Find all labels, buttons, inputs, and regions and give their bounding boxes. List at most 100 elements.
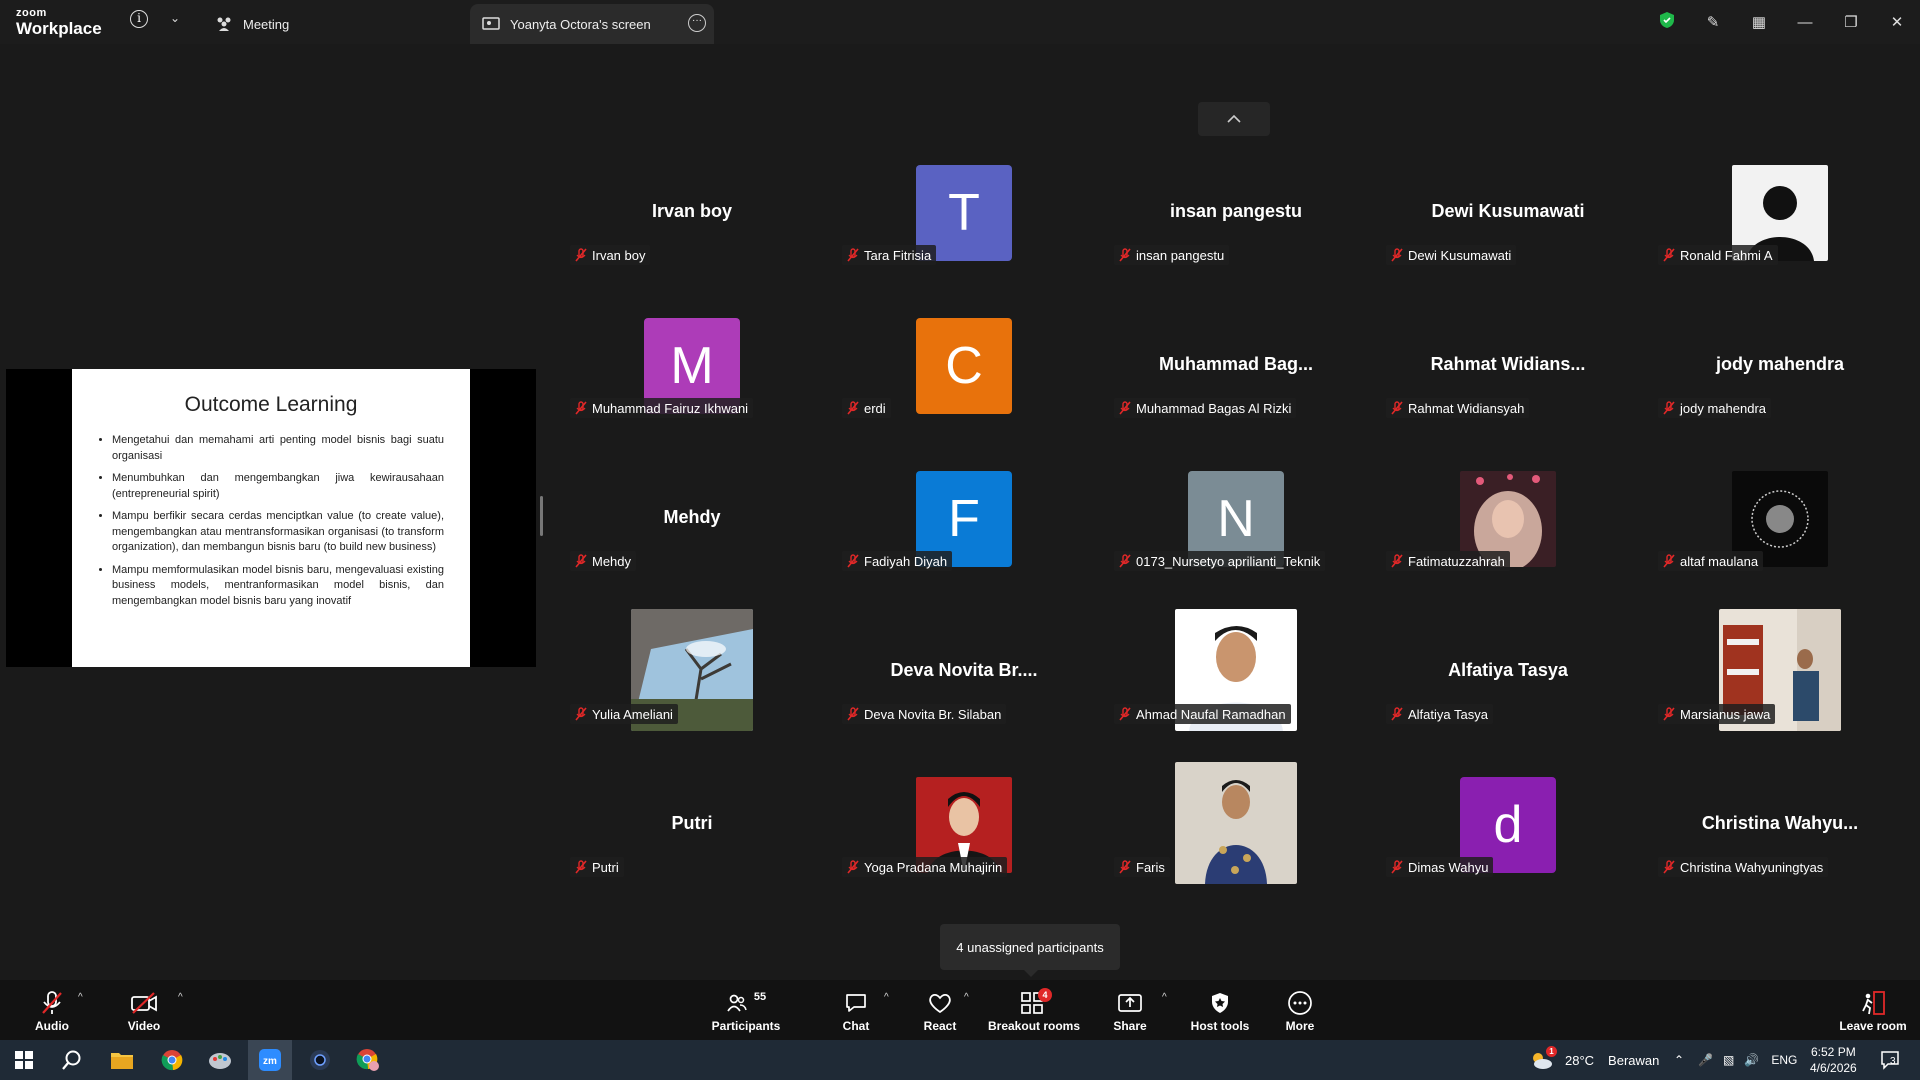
participant-display-name: Putri <box>671 813 713 833</box>
paint-app-icon[interactable] <box>208 1048 232 1072</box>
gallery-scroll-up-button[interactable] <box>1198 102 1270 136</box>
participant-tile[interactable]: jody mahendra jody mahendra <box>1644 298 1916 451</box>
leave-label: Leave room <box>1839 1019 1907 1033</box>
mic-muted-icon <box>1390 860 1404 874</box>
network-icon[interactable]: ▧ <box>1723 1053 1734 1067</box>
participant-name-label: Ronald Fahmi A <box>1658 245 1778 265</box>
split-view-divider[interactable] <box>540 496 543 536</box>
clock[interactable]: 6:52 PM 4/6/2026 <box>1810 1040 1857 1080</box>
breakout-rooms-button[interactable]: 4 Breakout rooms <box>988 988 1081 1033</box>
mic-muted-icon <box>1118 554 1132 568</box>
clock-time: 6:52 PM <box>1811 1045 1856 1059</box>
participant-tile[interactable]: F Fadiyah Diyah <box>828 451 1100 604</box>
leave-room-button[interactable]: Leave room <box>1838 990 1908 1033</box>
file-explorer-icon[interactable] <box>110 1048 134 1072</box>
mic-muted-icon <box>1390 707 1404 721</box>
weather-widget[interactable]: 1 28°C Berawan <box>1528 1040 1659 1080</box>
participant-name-label: Dewi Kusumawati <box>1386 245 1517 265</box>
audio-button[interactable]: Audio <box>32 990 72 1033</box>
share-button[interactable]: Share <box>1110 990 1150 1033</box>
shared-screen-view[interactable]: Outcome Learning Mengetahui dan memahami… <box>6 369 536 667</box>
mic-muted-icon <box>1390 401 1404 415</box>
meeting-info-icon[interactable]: i <box>130 10 148 28</box>
participant-name: Marsianus jawa <box>1680 706 1771 722</box>
participant-tile[interactable]: Dewi Kusumawati Dewi Kusumawati <box>1372 145 1644 298</box>
view-layout-icon[interactable]: ▦ <box>1736 13 1782 31</box>
participant-tile[interactable]: Christina Wahyu... Christina Wahyuningtya… <box>1644 757 1916 910</box>
host-tools-button[interactable]: Host tools <box>1190 990 1250 1033</box>
notification-center-icon[interactable]: 3 <box>1880 1040 1899 1080</box>
participant-tile[interactable]: Marsianus jawa <box>1644 604 1916 757</box>
participant-tile[interactable]: insan pangestu insan pangestu <box>1100 145 1372 298</box>
chevron-up-icon <box>1227 114 1241 123</box>
participant-tile[interactable]: Deva Novita Br.... Deva Novita Br. Silaba… <box>828 604 1100 757</box>
title-bar: zoom Workplace i ⌄ Meeting Yoanyta Octor… <box>0 0 1920 44</box>
restore-icon[interactable]: ❐ <box>1828 13 1874 31</box>
participant-tile[interactable]: Ahmad Naufal Ramadhan <box>1100 604 1372 757</box>
participant-photo <box>1175 762 1297 884</box>
video-button[interactable]: Video <box>124 990 164 1033</box>
chrome-icon[interactable] <box>160 1048 184 1072</box>
slide-bullet: Mampu memformulasikan model bisnis baru,… <box>112 563 444 610</box>
participant-name: erdi <box>864 400 886 416</box>
chrome-profile-icon[interactable] <box>356 1048 380 1072</box>
chat-options-caret[interactable]: ^ <box>884 992 889 1003</box>
participant-name: Alfatiya Tasya <box>1408 706 1488 722</box>
participant-tile[interactable]: Mehdy Mehdy <box>556 451 828 604</box>
breakout-label: Breakout rooms <box>988 1019 1081 1033</box>
participants-button[interactable]: 55 Participants <box>710 990 782 1033</box>
participant-tile[interactable]: Fatimatuzzahrah <box>1372 451 1644 604</box>
windows-start-icon[interactable] <box>12 1048 36 1072</box>
participant-display-name: Rahmat Widians... <box>1430 354 1586 374</box>
react-options-caret[interactable]: ^ <box>964 992 969 1003</box>
volume-icon[interactable]: 🔊 <box>1744 1053 1759 1067</box>
participant-tile[interactable]: d Dimas Wahyu <box>1372 757 1644 910</box>
unassigned-participants-tooltip: 4 unassigned participants <box>940 924 1120 977</box>
participant-tile[interactable]: Faris <box>1100 757 1372 910</box>
microphone-icon[interactable]: 🎤 <box>1698 1053 1713 1067</box>
search-icon[interactable] <box>60 1048 84 1072</box>
audio-options-caret[interactable]: ^ <box>78 992 83 1003</box>
chevron-down-icon[interactable]: ⌄ <box>170 11 180 25</box>
slide-bullet-list: Mengetahui dan memahami arti penting mod… <box>98 433 444 609</box>
minimize-icon[interactable]: — <box>1782 14 1828 31</box>
share-options-caret[interactable]: ^ <box>1162 992 1167 1003</box>
annotate-pen-icon[interactable]: ✎ <box>1690 13 1736 31</box>
participant-name-label: Dimas Wahyu <box>1386 857 1494 877</box>
participant-tile[interactable]: M Muhammad Fairuz Ikhwani <box>556 298 828 451</box>
mic-muted-icon <box>1662 860 1676 874</box>
language-indicator[interactable]: ENG <box>1771 1053 1797 1067</box>
participant-tile[interactable]: N 0173_Nursetyo aprilianti_Teknik <box>1100 451 1372 604</box>
participant-tile[interactable]: Putri Putri <box>556 757 828 910</box>
participant-tile[interactable]: Alfatiya Tasya Alfatiya Tasya <box>1372 604 1644 757</box>
participant-tile[interactable]: Irvan boy Irvan boy <box>556 145 828 298</box>
participant-tile[interactable]: Muhammad Bag... Muhammad Bagas Al Rizki <box>1100 298 1372 451</box>
participant-name-label: Fatimatuzzahrah <box>1386 551 1510 571</box>
tab-screen-label: Yoanyta Octora's screen <box>510 16 651 32</box>
security-shield-icon[interactable] <box>1644 11 1690 33</box>
mic-muted-icon <box>1390 554 1404 568</box>
participant-tile[interactable]: altaf maulana <box>1644 451 1916 604</box>
tab-meeting[interactable]: Meeting <box>215 4 289 44</box>
video-options-caret[interactable]: ^ <box>178 992 183 1003</box>
mic-muted-icon <box>1118 401 1132 415</box>
participant-tile[interactable]: Ronald Fahmi A <box>1644 145 1916 298</box>
meeting-main-area: Outcome Learning Mengetahui dan memahami… <box>0 44 1920 980</box>
participant-name-label: 0173_Nursetyo aprilianti_Teknik <box>1114 551 1326 571</box>
participant-tile[interactable]: Rahmat Widians... Rahmat Widiansyah <box>1372 298 1644 451</box>
participant-tile[interactable]: Yulia Ameliani <box>556 604 828 757</box>
mic-muted-icon <box>574 707 588 721</box>
chat-button[interactable]: Chat <box>836 990 876 1033</box>
more-options-icon[interactable]: ··· <box>688 14 706 32</box>
participant-tile[interactable]: Cerdi <box>828 298 1100 451</box>
zoom-app-icon[interactable]: zm <box>258 1048 282 1072</box>
mic-muted-icon <box>1118 707 1132 721</box>
participant-tile[interactable]: Yoga Pradana Muhajirin <box>828 757 1100 910</box>
more-button[interactable]: More <box>1280 990 1320 1033</box>
tab-shared-screen[interactable]: Yoanyta Octora's screen ··· <box>470 4 714 44</box>
camera-app-icon[interactable] <box>308 1048 332 1072</box>
participant-tile[interactable]: T Tara Fitrisia <box>828 145 1100 298</box>
chevron-up-icon[interactable]: ⌃ <box>1674 1053 1684 1067</box>
close-icon[interactable]: ✕ <box>1874 13 1920 31</box>
react-button[interactable]: React <box>920 990 960 1033</box>
